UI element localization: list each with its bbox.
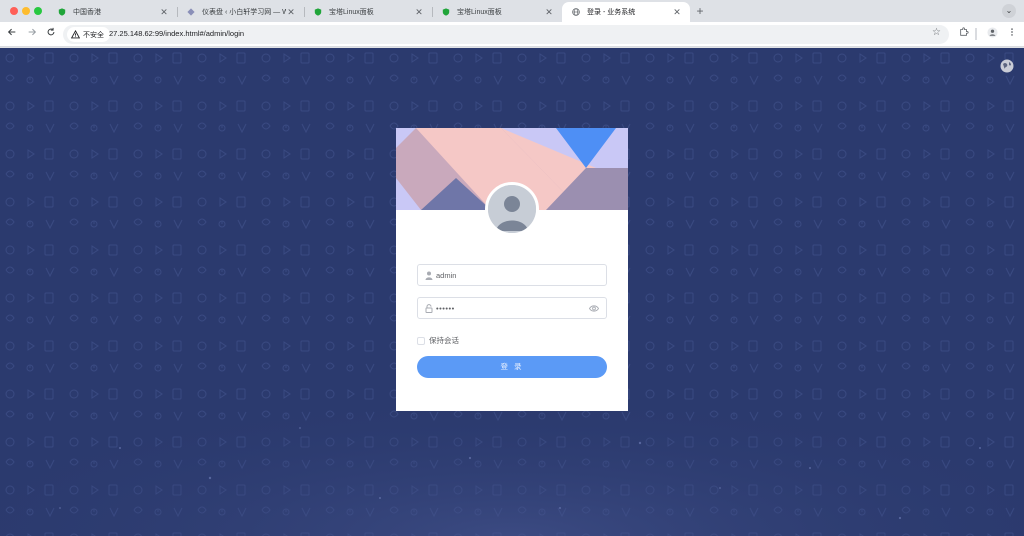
- url-text[interactable]: 27.25.148.62:99/index.html#/admin/login: [109, 29, 244, 38]
- extensions-button[interactable]: [957, 27, 971, 41]
- tab-5-active[interactable]: 登录 - 业务系统 ✕: [562, 2, 690, 22]
- tab-title: 宝塔Linux面板: [329, 9, 374, 16]
- wordpress-diamond-icon: [187, 8, 195, 16]
- tab-close-button[interactable]: ✕: [544, 7, 554, 17]
- password-field[interactable]: [417, 297, 607, 319]
- security-chip[interactable]: 不安全: [67, 27, 110, 42]
- bookmark-star-icon[interactable]: ☆: [932, 27, 941, 38]
- maximize-window-button[interactable]: [34, 7, 42, 15]
- arrow-right-icon: [28, 28, 37, 36]
- remember-session-checkbox[interactable]: 保持会话: [417, 335, 459, 346]
- user-icon: [425, 271, 433, 280]
- security-label: 不安全: [83, 31, 104, 39]
- more-menu-button[interactable]: [1005, 27, 1019, 41]
- login-card: 保持会话 登 录: [396, 128, 628, 411]
- globe-icon: [572, 8, 580, 16]
- tab-search-button[interactable]: ⌄: [1002, 4, 1016, 18]
- toolbar-divider: [975, 28, 977, 40]
- reload-icon: [47, 27, 55, 36]
- lock-icon: [425, 304, 433, 313]
- tab-close-button[interactable]: ✕: [286, 7, 296, 17]
- show-password-eye-icon[interactable]: [589, 304, 599, 313]
- shield-green-icon: [442, 8, 450, 16]
- password-input[interactable]: [436, 300, 586, 316]
- tab-close-button[interactable]: ✕: [159, 7, 169, 17]
- browser-toolbar: 不安全 27.25.148.62:99/index.html#/admin/lo…: [0, 22, 1024, 47]
- tab-close-button[interactable]: ✕: [414, 7, 424, 17]
- tab-title: 宝塔Linux面板: [457, 9, 502, 16]
- tab-title: 仪表盘 ‹ 小白轩学习网 — Word: [202, 9, 286, 16]
- tab-1[interactable]: 中国香港 ✕: [48, 2, 178, 22]
- user-avatar: [485, 182, 539, 236]
- profile-button[interactable]: [985, 27, 999, 41]
- shield-green-icon: [58, 8, 66, 16]
- tab-4[interactable]: 宝塔Linux面板 ✕: [432, 2, 562, 22]
- profile-avatar-icon: [986, 27, 998, 38]
- tab-strip: 中国香港 ✕ 仪表盘 ‹ 小白轩学习网 — Word ✕ 宝塔Linux面板 ✕…: [0, 0, 1024, 22]
- remember-session-label: 保持会话: [429, 336, 459, 345]
- username-input[interactable]: [436, 267, 586, 283]
- forward-button[interactable]: [25, 27, 39, 41]
- tab-title: 登录 - 业务系统: [587, 9, 636, 16]
- tab-title: 中国香港: [73, 9, 101, 16]
- username-field[interactable]: [417, 264, 607, 286]
- back-button[interactable]: [5, 27, 19, 41]
- arrow-left-icon: [7, 28, 16, 36]
- address-bar[interactable]: 不安全 27.25.148.62:99/index.html#/admin/lo…: [63, 25, 949, 44]
- tab-2[interactable]: 仪表盘 ‹ 小白轩学习网 — Word ✕: [177, 2, 305, 22]
- reload-button[interactable]: [44, 27, 58, 41]
- login-button[interactable]: 登 录: [417, 356, 607, 378]
- warning-triangle-icon: [71, 30, 80, 39]
- puzzle-icon: [960, 27, 969, 36]
- tab-close-button[interactable]: ✕: [672, 7, 682, 17]
- default-user-icon: [488, 185, 536, 233]
- kebab-menu-icon: [1011, 28, 1013, 36]
- shield-green-icon: [314, 8, 322, 16]
- login-page: 保持会话 登 录: [0, 48, 1024, 536]
- minimize-window-button[interactable]: [22, 7, 30, 15]
- close-window-button[interactable]: [10, 7, 18, 15]
- language-globe-icon[interactable]: [1000, 59, 1014, 73]
- tab-3[interactable]: 宝塔Linux面板 ✕: [304, 2, 433, 22]
- new-tab-button[interactable]: +: [693, 4, 707, 18]
- checkbox-box[interactable]: [417, 336, 425, 345]
